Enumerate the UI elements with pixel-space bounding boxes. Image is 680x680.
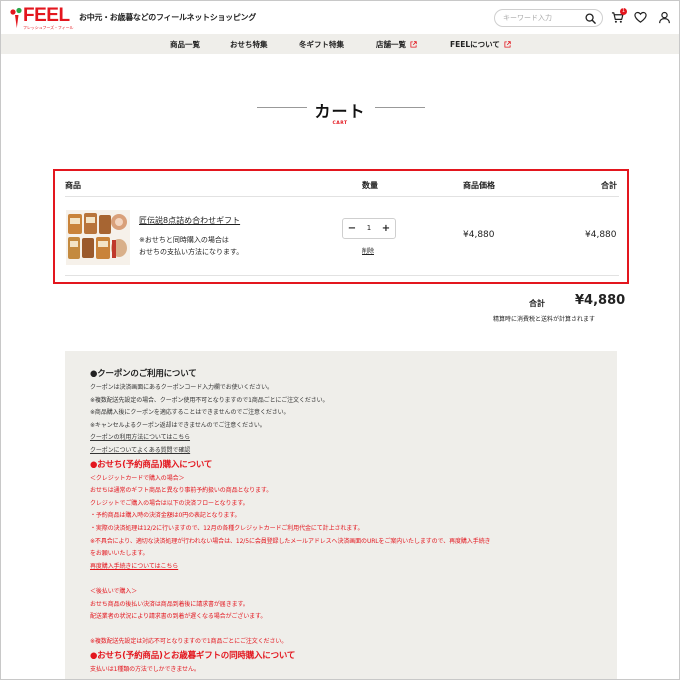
- user-icon[interactable]: [658, 11, 671, 24]
- qty-value[interactable]: 1: [361, 224, 377, 232]
- site-header: FEEL フレッシュフーズ・フィール お中元・お歳暮などのフィールネットショッピ…: [1, 1, 679, 34]
- coupon-line: ※商品購入後にクーポンを適応することはできませんのでご注意ください。: [90, 409, 290, 417]
- coupon-usage-link[interactable]: クーポンの利用方法についてはこちら: [90, 432, 600, 445]
- qty-decrease-button[interactable]: −: [345, 221, 359, 236]
- osechi-heading: ●おせち(予約商品)購入について: [90, 459, 213, 470]
- deferred-heading: ＜後払いで購入＞: [90, 587, 138, 595]
- notice-content: ●クーポンのご利用について クーポンは決済画面にあるクーポンコード入力欄でお使い…: [90, 367, 600, 676]
- delete-item-link[interactable]: 削除: [362, 246, 374, 255]
- search-icon[interactable]: [585, 13, 596, 24]
- product-image[interactable]: [66, 210, 130, 265]
- row-divider: [65, 275, 619, 276]
- deferred-line: 配送業者の状況により請求書の到着が遅くなる場合がございます。: [90, 613, 267, 621]
- site-tagline: お中元・お歳暮などのフィールネットショッピング: [79, 13, 256, 22]
- page-subtitle: CART: [332, 121, 348, 126]
- credit-line: ・実際の決済処理は12/2に行いますので、12月の各種クレジットカードご利用代金…: [90, 524, 364, 532]
- deferred-line: おせち商品の後払い決済は商品到着後に請求書が届きます。: [90, 600, 249, 608]
- nav-item-label: 冬ギフト特集: [299, 40, 344, 49]
- external-link-icon: [410, 41, 417, 48]
- nav-item-label: おせち特集: [230, 40, 268, 49]
- page-title-wrap: カート: [1, 98, 679, 122]
- product-note: ※おせちと同時購入の場合は おせちの支払い方法になります。: [139, 234, 243, 258]
- total-label: 合計: [529, 299, 545, 308]
- external-link-icon: [504, 41, 511, 48]
- nav-item-winter-gift[interactable]: 冬ギフト特集: [299, 39, 344, 50]
- col-header-price: 商品価格: [463, 181, 495, 190]
- nav-item-label: FEELについて: [450, 40, 500, 49]
- cart-table: 商品 数量 商品価格 合計 匠伝説8点詰め合わせギフト ※おせちと同時購入の場合…: [53, 169, 629, 284]
- nav-item-stores[interactable]: 店舗一覧: [376, 39, 417, 50]
- total-value: ¥4,880: [575, 293, 626, 308]
- nav-item-label: 店舗一覧: [376, 40, 406, 49]
- logo-mark-icon: [10, 7, 22, 28]
- coupon-line: クーポンは決済画面にあるクーポンコード入力欄でお使いください。: [90, 384, 273, 391]
- product-note-line: ※おせちと同時購入の場合は: [139, 236, 229, 244]
- nav-item-products[interactable]: 商品一覧: [170, 39, 200, 50]
- notice-panel: ●クーポンのご利用について クーポンは決済画面にあるクーポンコード入力欄でお使い…: [65, 351, 617, 679]
- col-header-qty: 数量: [362, 181, 378, 190]
- coupon-heading: ●クーポンのご利用について: [90, 369, 197, 379]
- coupon-line: ※複数配送先設定の場合、クーポン使用不可となりますので1商品ごとにご注文ください…: [90, 396, 329, 404]
- multi-address-note: ※複数配送先設定は対応不可となりますので1商品ごとにご注文ください。: [90, 638, 288, 646]
- simultaneous-heading: ●おせち(予約商品)とお歳暮ギフトの同時購入について: [90, 650, 296, 661]
- coupon-line: ※キャンセルよるクーポン返却はできませんのでご注意ください。: [90, 421, 266, 429]
- total-note: 精算時に消費税と送料が計算されます: [493, 316, 596, 323]
- credit-line: おせちは通常のギフト商品と異なり事前予約扱いの商品となります。: [90, 487, 273, 495]
- item-price: ¥4,880: [463, 230, 495, 240]
- logo-subtext: フレッシュフーズ・フィール: [23, 25, 74, 30]
- col-header-subtotal: 合計: [601, 181, 617, 190]
- credit-line: をお願いいたします。: [90, 550, 149, 558]
- nav-item-osechi[interactable]: おせち特集: [230, 39, 268, 50]
- item-subtotal: ¥4,880: [585, 230, 617, 240]
- nav-item-label: 商品一覧: [170, 40, 200, 49]
- product-name-link[interactable]: 匠伝説8点詰め合わせギフト: [139, 215, 240, 226]
- global-nav: 商品一覧 おせち特集 冬ギフト特集 店舗一覧 FEELについて: [1, 34, 679, 54]
- credit-line: クレジットでご購入の場合は以下の決済フローとなります。: [90, 499, 249, 507]
- credit-line: ※不具合により、適切な決済処理が行われない場合は、12/5に会員登録したメールア…: [90, 537, 491, 545]
- page-frame: FEEL フレッシュフーズ・フィール お中元・お歳暮などのフィールネットショッピ…: [0, 0, 680, 680]
- coupon-faq-link[interactable]: クーポンについてよくある質問で確認: [90, 445, 600, 458]
- header-divider: [65, 196, 619, 197]
- page-title: カート: [314, 102, 366, 121]
- logo-text: FEEL: [23, 5, 70, 26]
- quantity-stepper: − 1 +: [342, 218, 396, 239]
- simultaneous-line: 支払いは1種類の方法でしかできません。: [90, 665, 200, 673]
- cart-count-badge: 1: [620, 8, 627, 15]
- repurchase-link[interactable]: 再度購入手続きについてはこちら: [90, 561, 600, 574]
- product-note-line: おせちの支払い方法になります。: [139, 248, 244, 256]
- site-logo[interactable]: FEEL フレッシュフーズ・フィール: [10, 5, 74, 31]
- qty-increase-button[interactable]: +: [379, 221, 393, 236]
- col-header-product: 商品: [65, 181, 81, 190]
- nav-item-about[interactable]: FEELについて: [450, 39, 511, 50]
- heart-icon[interactable]: [634, 11, 647, 24]
- credit-line: ・予約商品は購入時の決済金額は0円の表記となります。: [90, 512, 241, 520]
- credit-heading: ＜クレジットカードで購入の場合＞: [90, 474, 185, 482]
- search-input[interactable]: [503, 12, 579, 24]
- search-box: [494, 9, 603, 27]
